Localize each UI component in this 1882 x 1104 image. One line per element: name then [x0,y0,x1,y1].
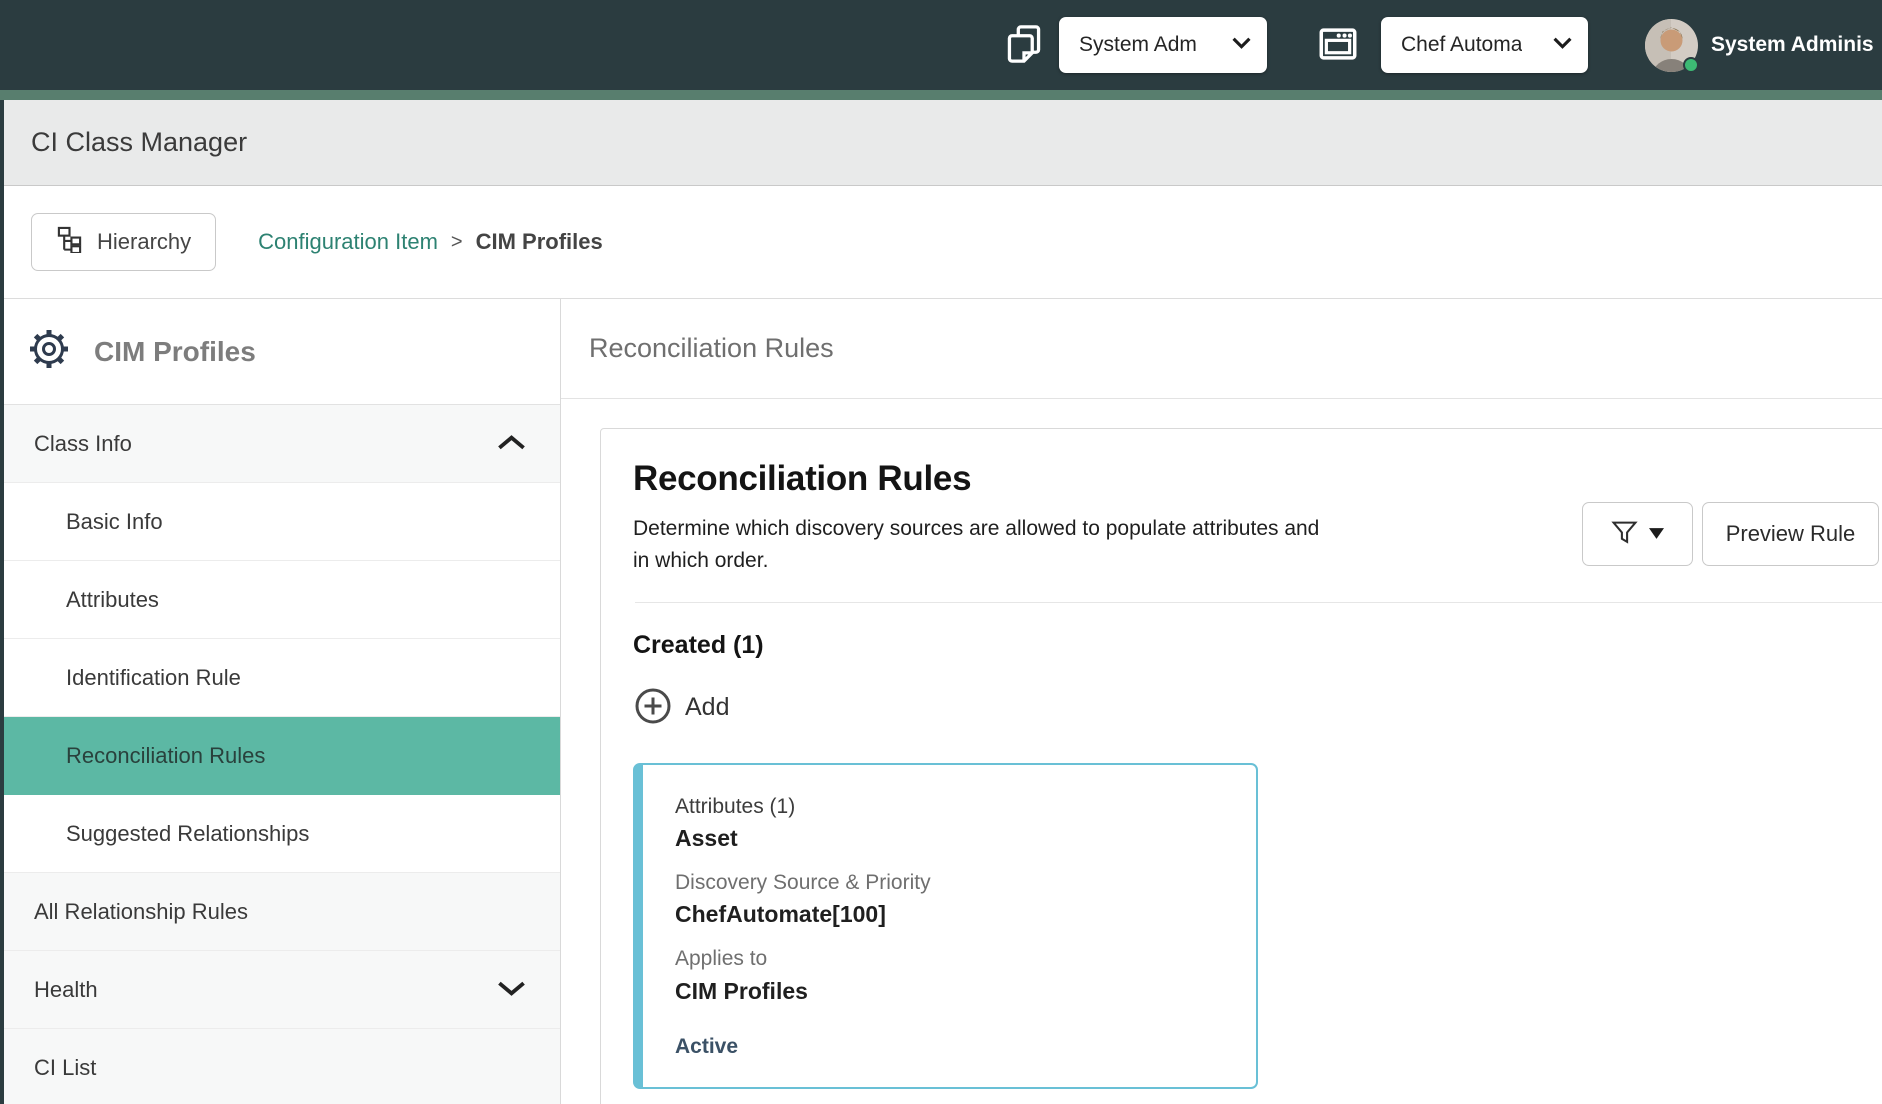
application-dropdown-label: Chef Automa [1401,33,1522,57]
reconciliation-rules-panel: Reconciliation Rules Determine which dis… [600,428,1882,1104]
breadcrumb-parent-link[interactable]: Configuration Item [258,229,438,255]
gear-icon [26,326,72,377]
rule-applies-label: Applies to [675,945,1232,972]
caret-down-icon [1649,527,1664,542]
sidebar-item-attributes[interactable]: Attributes [4,561,560,639]
update-set-dropdown[interactable]: System Adm [1059,17,1267,73]
chevron-down-icon [1232,36,1251,54]
app-frame: CI Class Manager Hierarchy Configuration… [0,100,1882,1104]
sidebar-item-health[interactable]: Health [4,951,560,1029]
section-header: Reconciliation Rules [561,299,1882,399]
user-name-label: System Adminis [1711,33,1874,57]
pages-icon [1007,25,1041,66]
sidebar-item-label: Attributes [66,587,159,613]
panel-actions: Preview Rule [1582,502,1879,566]
preview-rule-button[interactable]: Preview Rule [1702,502,1879,566]
page-title: CI Class Manager [31,127,247,158]
sidebar-item-ci-list[interactable]: CI List [4,1029,560,1104]
toolbar-row: Hierarchy Configuration Item > CIM Profi… [4,186,1882,298]
sidebar-item-label: CI List [34,1055,96,1081]
reconciliation-rule-card[interactable]: Attributes (1) Asset Discovery Source & … [633,763,1258,1089]
breadcrumb-current: CIM Profiles [476,229,603,255]
plus-circle-icon [633,686,673,729]
content-panes: CIM Profiles Class Info Basic Info Attri… [4,298,1882,1104]
sidebar-item-basic-info[interactable]: Basic Info [4,483,560,561]
breadcrumb: Configuration Item > CIM Profiles [258,229,603,255]
chevron-down-icon [497,977,526,1003]
sidebar-header: CIM Profiles [4,299,560,405]
page-title-bar: CI Class Manager [4,100,1882,186]
panel-description: Determine which discovery sources are al… [633,513,1323,576]
section-title: Reconciliation Rules [589,333,834,364]
filter-button[interactable] [1582,502,1693,566]
hierarchy-button-label: Hierarchy [97,229,191,255]
main-pane: Reconciliation Rules Reconciliation Rule… [561,299,1882,1104]
sidebar-item-identification-rule[interactable]: Identification Rule [4,639,560,717]
rule-attributes-value: Asset [675,824,1232,854]
update-set-picker-button[interactable] [1007,25,1041,66]
sidebar-item-label: Health [34,977,98,1003]
window-icon [1319,28,1357,63]
filter-funnel-icon [1611,519,1638,549]
sidebar-item-label: Suggested Relationships [66,821,309,847]
sidebar-item-suggested-relationships[interactable]: Suggested Relationships [4,795,560,873]
sidebar-item-label: Basic Info [66,509,163,535]
main-body: Reconciliation Rules Determine which dis… [561,399,1882,1104]
sidebar-item-label: Class Info [34,431,132,457]
sidebar-item-label: Reconciliation Rules [66,743,265,769]
sidebar-item-class-info[interactable]: Class Info [4,405,560,483]
sidebar-item-label: All Relationship Rules [34,899,248,925]
rule-attributes-label: Attributes (1) [675,793,1232,820]
panel-divider [635,602,1882,603]
hierarchy-button[interactable]: Hierarchy [31,213,216,271]
update-set-dropdown-label: System Adm [1079,33,1197,57]
chevron-down-icon [1553,36,1572,54]
class-sidebar: CIM Profiles Class Info Basic Info Attri… [4,299,561,1104]
panel-title: Reconciliation Rules [633,459,1882,499]
chevron-up-icon [497,431,526,457]
sidebar-class-title: CIM Profiles [94,336,256,368]
application-picker-button[interactable] [1319,28,1357,63]
topbar-actions: System Adm Chef Automa [1007,0,1874,90]
rule-source-value: ChefAutomate[100] [675,900,1232,930]
online-status-dot [1683,57,1699,73]
created-heading: Created (1) [633,631,1882,660]
sidebar-item-reconciliation-rules[interactable]: Reconciliation Rules [4,717,560,795]
sidebar-item-all-relationship-rules[interactable]: All Relationship Rules [4,873,560,951]
breadcrumb-separator: > [451,231,463,254]
rule-source-label: Discovery Source & Priority [675,869,1232,896]
application-dropdown[interactable]: Chef Automa [1381,17,1588,73]
sidebar-item-label: Identification Rule [66,665,241,691]
add-button-label: Add [685,693,729,722]
user-avatar[interactable] [1645,19,1698,72]
rule-status-badge: Active [675,1035,1232,1059]
rule-applies-value: CIM Profiles [675,977,1232,1007]
hierarchy-tree-icon [56,226,83,259]
accent-band [0,90,1882,100]
top-nav-bar: System Adm Chef Automa [0,0,1882,90]
add-rule-button[interactable]: Add [633,686,729,729]
